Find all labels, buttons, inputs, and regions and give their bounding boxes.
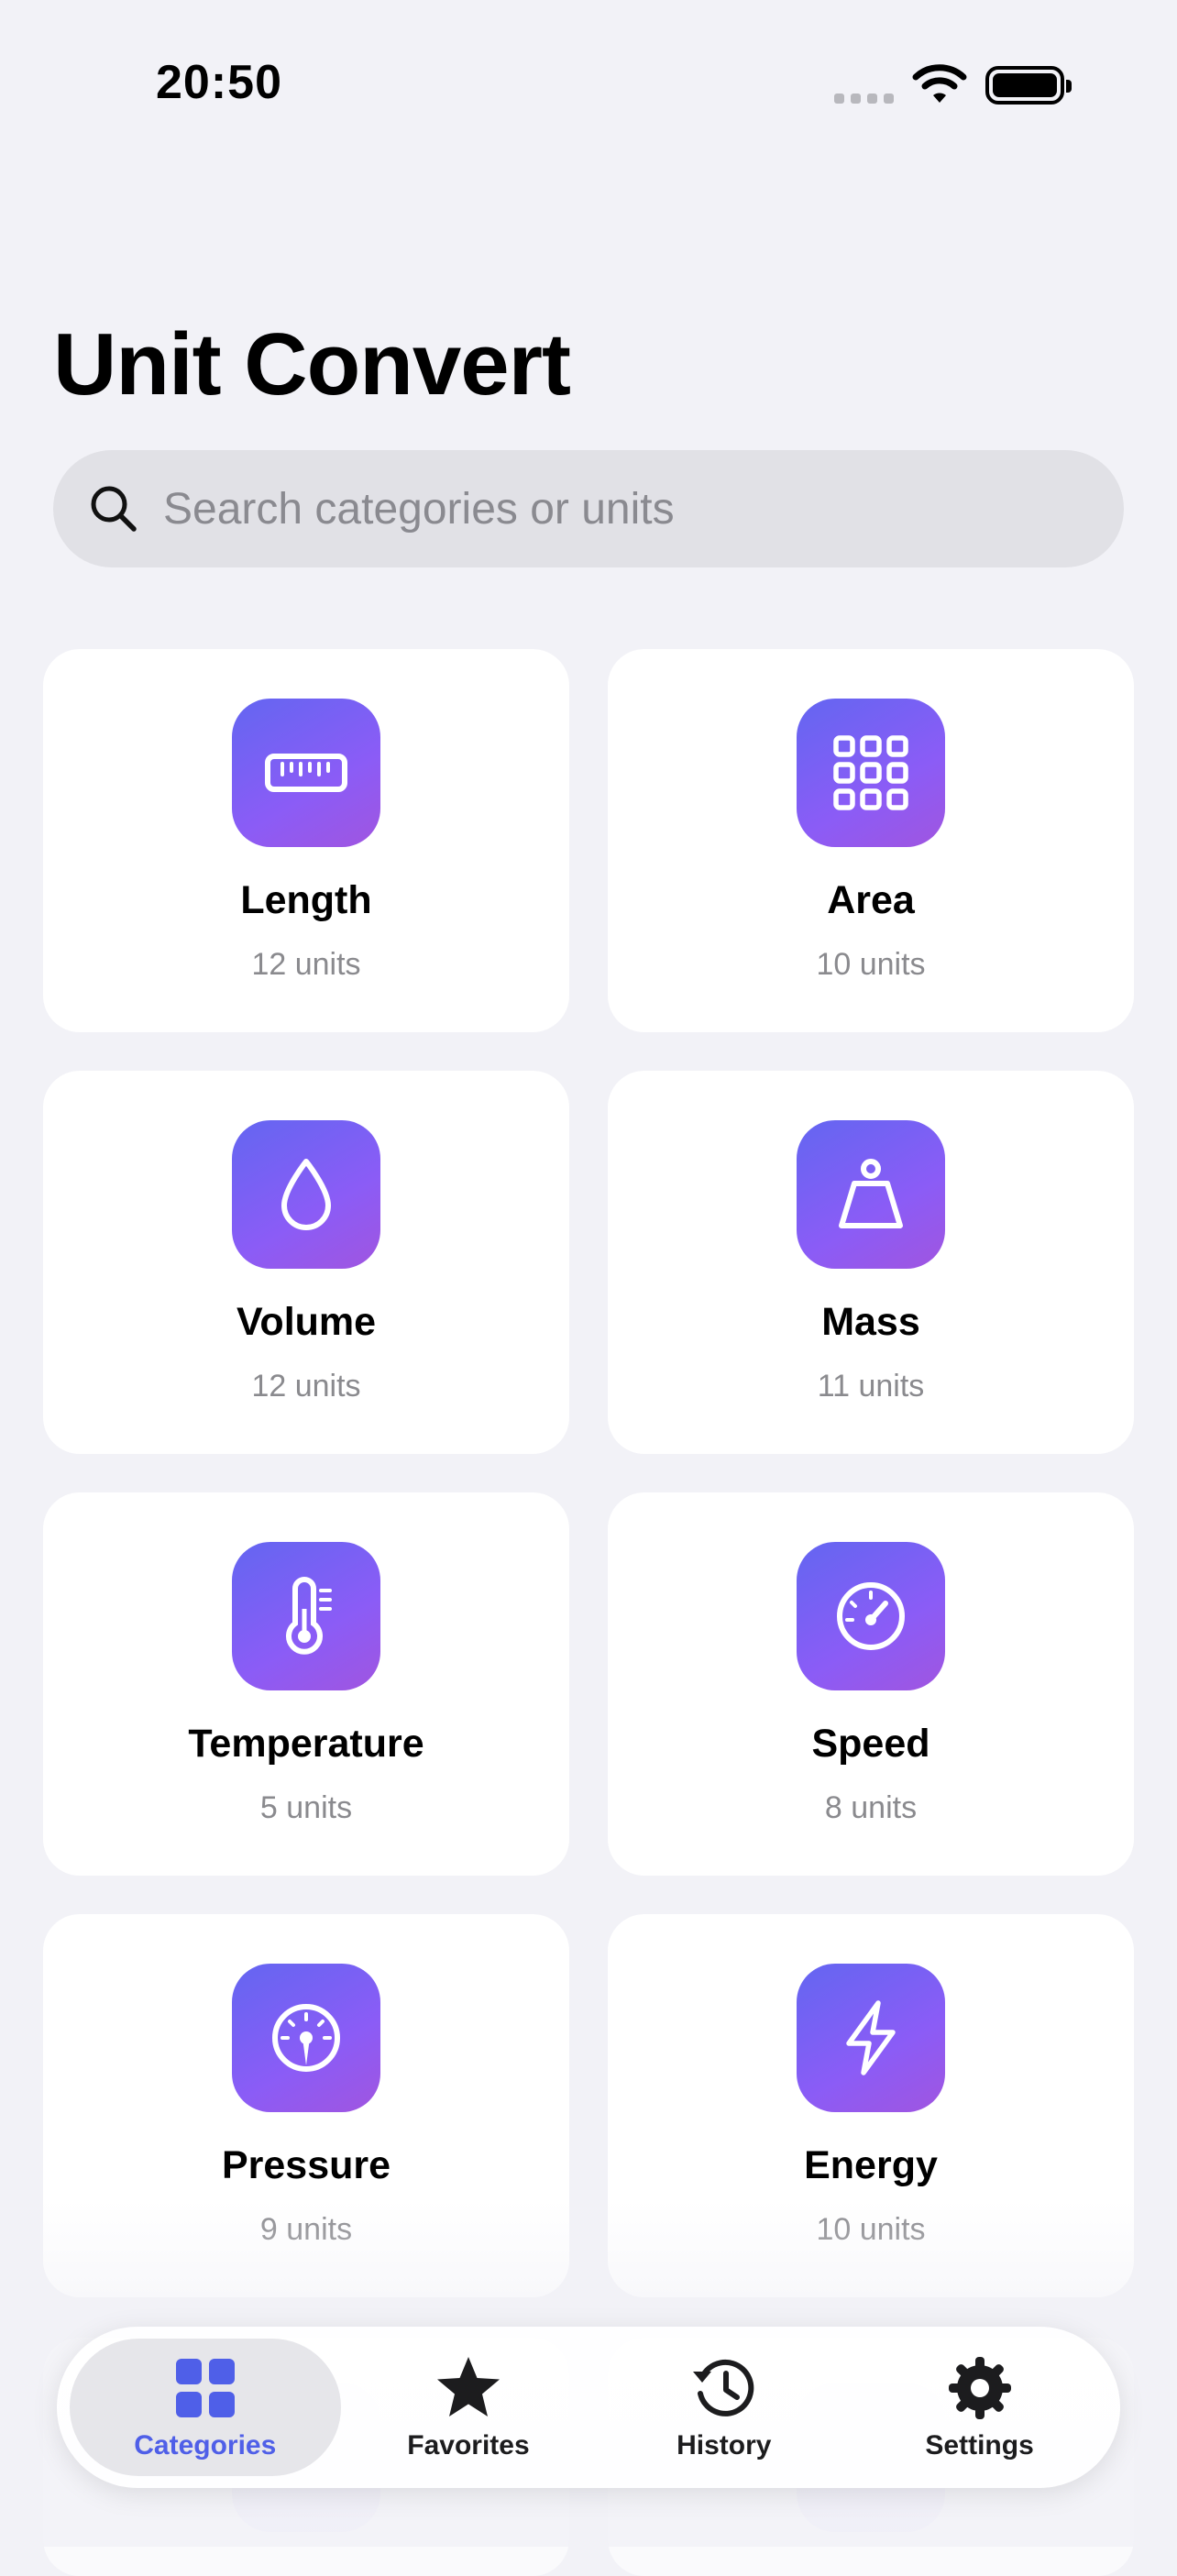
- category-grid: Length 12 units Area 10 units Volume 12 …: [43, 649, 1134, 2297]
- search-bar[interactable]: [53, 450, 1124, 567]
- category-unit-count: 5 units: [259, 1790, 353, 1825]
- cellular-signal-icon: [834, 94, 894, 104]
- speedometer-icon: [797, 1542, 945, 1690]
- tab-favorites[interactable]: Favorites: [341, 2339, 597, 2476]
- category-unit-count: 8 units: [824, 1790, 918, 1825]
- thermometer-icon: [232, 1542, 380, 1690]
- category-name: Area: [827, 878, 915, 922]
- grid-icon: [797, 699, 945, 847]
- battery-icon: [985, 66, 1072, 105]
- tab-bar: Categories Favorites History Settings: [57, 2327, 1120, 2488]
- tab-categories[interactable]: Categories: [70, 2339, 341, 2476]
- search-icon: [91, 486, 137, 532]
- star-icon: [436, 2357, 500, 2416]
- category-name: Temperature: [188, 1722, 424, 1766]
- gear-icon: [948, 2357, 1011, 2419]
- category-card-mass[interactable]: Mass 11 units: [608, 1071, 1134, 1454]
- category-card-speed[interactable]: Speed 8 units: [608, 1492, 1134, 1876]
- tab-label: Settings: [925, 2430, 1034, 2460]
- weight-icon: [797, 1120, 945, 1269]
- category-card-volume[interactable]: Volume 12 units: [43, 1071, 569, 1454]
- status-time: 20:50: [156, 56, 282, 109]
- wifi-icon: [912, 64, 967, 103]
- category-unit-count: 11 units: [817, 1369, 925, 1404]
- search-input[interactable]: [163, 483, 988, 534]
- category-card-length[interactable]: Length 12 units: [43, 649, 569, 1032]
- grid-icon: [175, 2359, 235, 2417]
- tab-history[interactable]: History: [596, 2339, 852, 2476]
- category-unit-count: 12 units: [251, 947, 361, 982]
- tab-label: Favorites: [407, 2430, 530, 2460]
- category-unit-count: 9 units: [259, 2212, 353, 2247]
- category-name: Pressure: [221, 2143, 391, 2187]
- category-name: Speed: [811, 1722, 930, 1766]
- tab-label: History: [676, 2430, 772, 2460]
- bolt-icon: [797, 1964, 945, 2112]
- category-unit-count: 10 units: [816, 947, 926, 982]
- history-icon: [692, 2359, 754, 2416]
- tab-label: Categories: [134, 2430, 277, 2460]
- page-title: Unit Convert: [53, 315, 571, 413]
- category-name: Energy: [804, 2143, 938, 2187]
- drop-icon: [232, 1120, 380, 1269]
- category-name: Volume: [236, 1300, 377, 1344]
- category-name: Mass: [821, 1300, 920, 1344]
- category-card-area[interactable]: Area 10 units: [608, 649, 1134, 1032]
- category-unit-count: 10 units: [816, 2212, 926, 2247]
- category-card-energy[interactable]: Energy 10 units: [608, 1914, 1134, 2297]
- status-bar: 20:50: [0, 0, 1177, 174]
- category-card-pressure[interactable]: Pressure 9 units: [43, 1914, 569, 2297]
- category-card-temperature[interactable]: Temperature 5 units: [43, 1492, 569, 1876]
- category-name: Length: [240, 878, 372, 922]
- tab-settings[interactable]: Settings: [852, 2339, 1107, 2476]
- category-unit-count: 12 units: [251, 1369, 361, 1404]
- ruler-icon: [232, 699, 380, 847]
- gauge-icon: [232, 1964, 380, 2112]
